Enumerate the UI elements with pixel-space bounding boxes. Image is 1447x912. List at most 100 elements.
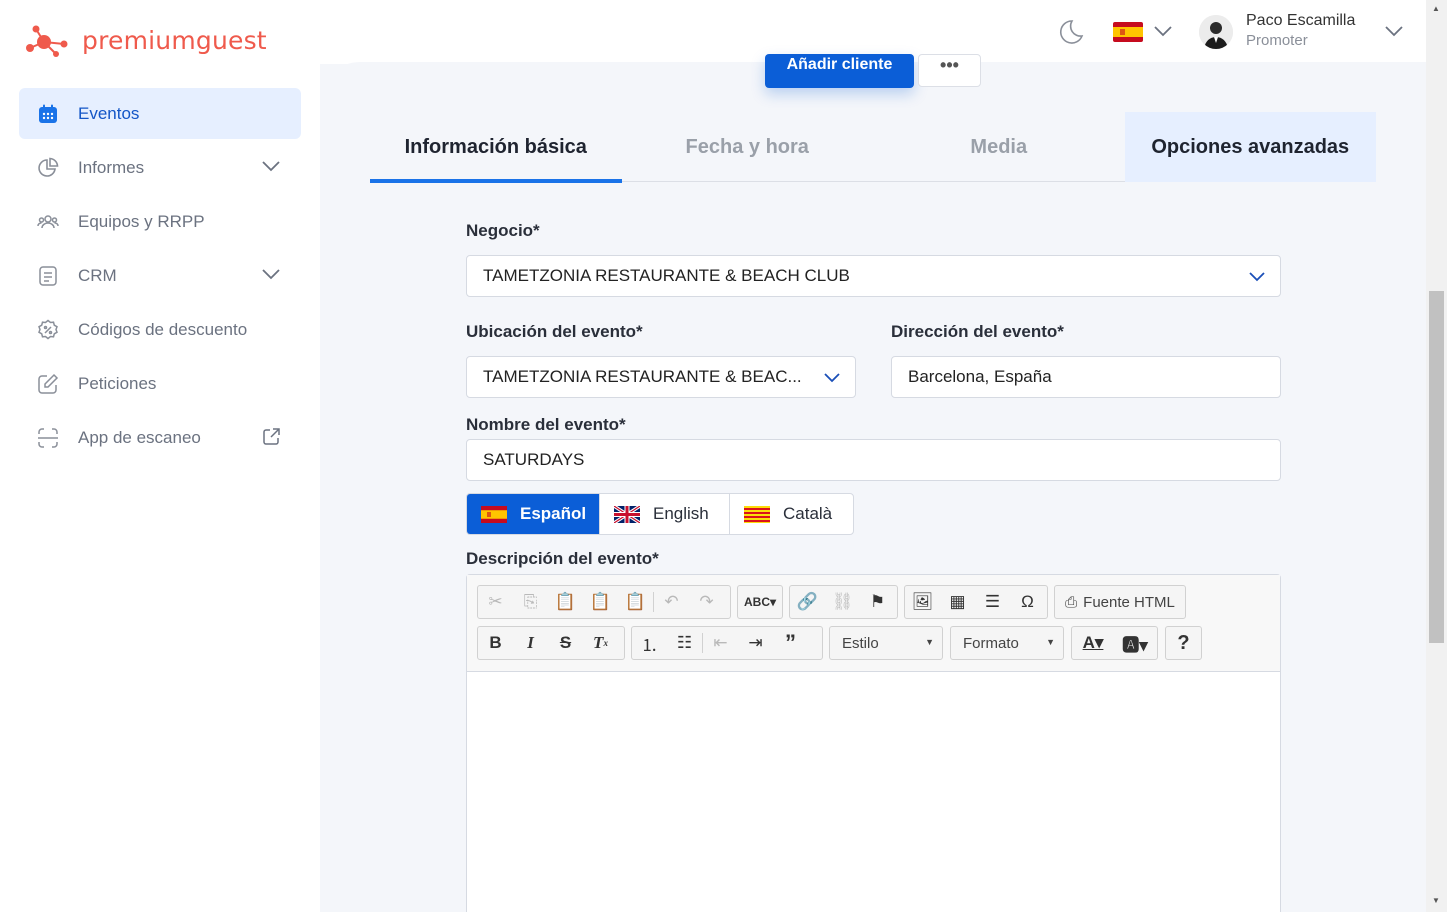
tab-media[interactable]: Media [873,112,1125,182]
sidebar-item-label: Equipos y RRPP [78,211,205,231]
chevron-down-icon[interactable] [261,159,281,177]
chevron-down-icon[interactable] [1384,24,1404,42]
basic-style-group: B I S Tx [477,626,625,660]
external-link-icon[interactable] [261,427,281,452]
paste-text-icon[interactable]: 📋 [583,586,618,618]
redo-icon[interactable]: ↷ [689,586,724,618]
sidebar-item-eventos[interactable]: Eventos [19,88,301,139]
sidebar-item-label: Peticiones [78,373,157,393]
bulleted-list-icon[interactable]: ☷ [667,627,702,659]
language-selector: Español English Català [466,493,854,535]
indent-icon[interactable]: ⇥ [738,627,773,659]
style-combo-label: Estilo [842,634,879,652]
avatar[interactable] [1199,15,1233,49]
users-icon [37,211,59,233]
format-combo[interactable]: Formato ▼ [950,626,1064,660]
tab-opciones-avanzadas[interactable]: Opciones avanzadas [1124,112,1376,182]
page-scrollbar[interactable]: ▲ ▼ [1426,0,1447,912]
combo-arrow-icon: ▼ [925,637,934,647]
unlink-icon[interactable]: ⛓ [825,586,860,618]
sidebar-nav: Eventos Informes Equipos y RRPP CRM Códi… [19,88,301,466]
editor-content-area[interactable] [467,672,1280,912]
ubicacion-value: TAMETZONIA RESTAURANTE & BEAC... [483,367,802,386]
numbered-list-icon[interactable]: ⒈ [632,627,667,659]
spellcheck-group: ABC▾ [737,585,783,619]
add-client-button[interactable]: Añadir cliente [765,54,914,88]
bold-icon[interactable]: B [478,627,513,659]
color-group: A▾ 🅰▾ [1071,626,1158,660]
sidebar-item-label: App de escaneo [78,427,201,447]
table-icon[interactable]: ▦ [940,586,975,618]
calendar-icon [37,103,59,125]
user-name[interactable]: Paco Escamilla [1246,12,1355,30]
lang-english[interactable]: English [600,494,730,534]
more-options-button[interactable]: ••• [918,54,981,87]
cut-icon[interactable]: ✂ [478,586,513,618]
ubicacion-select[interactable]: TAMETZONIA RESTAURANTE & BEAC... [466,356,856,398]
sidebar-item-codigos[interactable]: Códigos de descuento [19,304,301,355]
spellcheck-icon[interactable]: ABC▾ [738,586,782,618]
uk-flag-icon [613,504,641,524]
nombre-input[interactable]: SATURDAYS [466,439,1281,481]
negocio-select[interactable]: TAMETZONIA RESTAURANTE & BEACH CLUB [466,255,1281,297]
direccion-value: Barcelona, España [908,367,1052,386]
strikethrough-icon[interactable]: S [548,627,583,659]
scroll-down-icon[interactable]: ▼ [1432,896,1440,905]
text-color-icon[interactable]: A▾ [1072,627,1114,659]
tab-label: Información básica [404,135,587,158]
tab-informacion-basica[interactable]: Información básica [370,112,622,183]
outdent-icon[interactable]: ⇤ [703,627,738,659]
copy-icon[interactable]: ⎘ [513,586,548,618]
tab-label: Fecha y hora [685,135,809,158]
chevron-down-icon [1248,268,1266,288]
lang-label: Català [783,504,833,523]
chevron-down-icon[interactable] [1153,24,1173,42]
lang-espanol[interactable]: Español [467,494,600,534]
scroll-up-icon[interactable]: ▲ [1432,4,1440,13]
ubicacion-label: Ubicación del evento* [466,322,643,341]
rich-text-editor[interactable]: ✂ ⎘ 📋 📋 📋 ↶ ↷ ABC▾ 🔗 ⛓ ⚑ 🖼 ▦ ☰ Ω ⎙ Fuent… [466,574,1281,912]
source-html-button[interactable]: ⎙ Fuente HTML [1055,586,1185,618]
sidebar-item-app-escaneo[interactable]: App de escaneo [19,412,301,463]
help-icon[interactable]: ? [1166,627,1201,659]
sidebar-item-label: Eventos [78,103,140,123]
anchor-flag-icon[interactable]: ⚑ [860,586,895,618]
user-role: Promoter [1246,32,1308,49]
italic-icon[interactable]: I [513,627,548,659]
paste-word-icon[interactable]: 📋 [618,586,653,618]
link-icon[interactable]: 🔗 [790,586,825,618]
background-color-icon[interactable]: 🅰▾ [1114,627,1156,659]
sidebar-item-label: Informes [78,157,145,177]
remove-format-icon[interactable]: Tx [583,627,618,659]
spain-flag-icon [481,505,507,523]
format-combo-label: Formato [963,634,1019,652]
direccion-label: Dirección del evento* [891,322,1064,341]
spain-flag-icon[interactable] [1113,22,1143,42]
sidebar-item-peticiones[interactable]: Peticiones [19,358,301,409]
blockquote-icon[interactable]: ” [773,627,808,659]
scrollbar-thumb[interactable] [1429,291,1444,643]
negocio-value: TAMETZONIA RESTAURANTE & BEACH CLUB [483,266,850,285]
horizontal-line-icon[interactable]: ☰ [975,586,1010,618]
tab-fecha-hora[interactable]: Fecha y hora [622,112,874,182]
sidebar-item-crm[interactable]: CRM [19,250,301,301]
dark-mode-moon-icon[interactable] [1058,18,1084,51]
sidebar-item-label: CRM [78,265,117,285]
sidebar-item-equipos[interactable]: Equipos y RRPP [19,196,301,247]
style-combo[interactable]: Estilo ▼ [829,626,943,660]
logo[interactable]: premiumguest [24,22,267,58]
sidebar-item-informes[interactable]: Informes [19,142,301,193]
discount-badge-icon [37,319,59,341]
logo-icon [26,25,68,57]
image-icon[interactable]: 🖼 [905,586,940,618]
scan-icon [37,427,59,449]
chevron-down-icon[interactable] [261,267,281,285]
chevron-down-icon [823,369,841,389]
undo-icon[interactable]: ↶ [654,586,689,618]
insert-group: 🖼 ▦ ☰ Ω [904,585,1048,619]
paste-icon[interactable]: 📋 [548,586,583,618]
sidebar-item-label: Códigos de descuento [78,319,248,339]
direccion-input[interactable]: Barcelona, España [891,356,1281,398]
lang-catala[interactable]: Català [730,494,853,534]
special-char-icon[interactable]: Ω [1010,586,1045,618]
